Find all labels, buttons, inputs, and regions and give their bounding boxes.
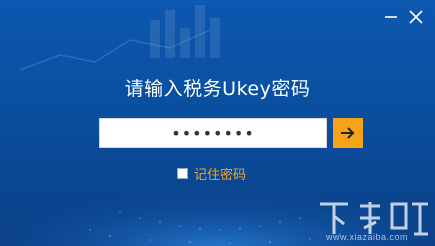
remember-checkbox[interactable]	[177, 168, 188, 179]
password-input[interactable]	[99, 118, 327, 148]
remember-password[interactable]: 记住密码	[177, 164, 246, 183]
watermark-url: www.xiazaiba.com	[326, 232, 409, 242]
minimize-icon	[385, 16, 397, 18]
arrow-right-icon	[341, 127, 355, 139]
dialog-title: 请输入税务Ukey密码	[124, 78, 311, 100]
remember-label: 记住密码	[194, 168, 247, 183]
close-button[interactable]	[407, 8, 425, 26]
submit-button[interactable]	[333, 118, 363, 148]
close-icon	[409, 10, 423, 24]
minimize-button[interactable]	[382, 8, 400, 26]
